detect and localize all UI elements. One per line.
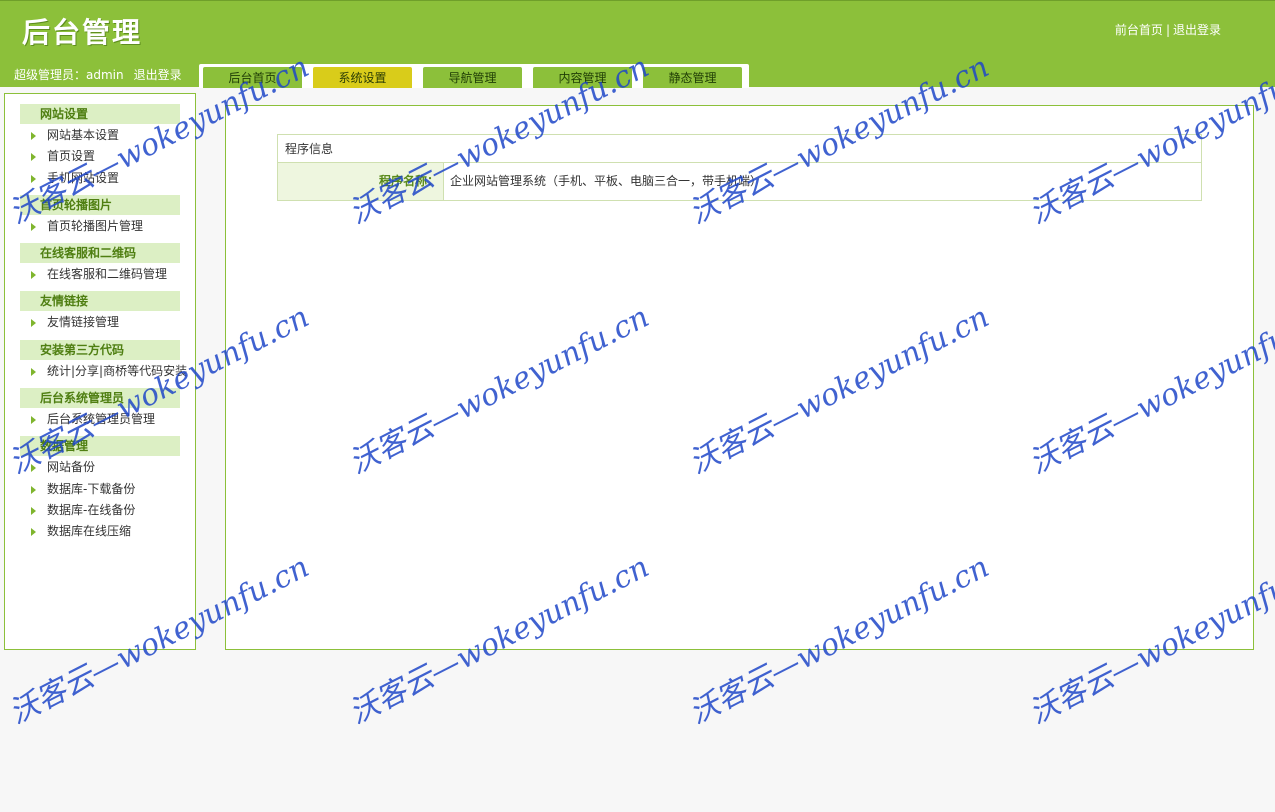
- sidebar-group-site-settings: 网站设置 网站基本设置 首页设置 手机网站设置: [5, 104, 195, 189]
- group-title[interactable]: 在线客服和二维码: [20, 243, 180, 264]
- arrow-right-icon: [31, 416, 36, 425]
- arrow-right-icon: [31, 464, 36, 473]
- group-title[interactable]: 安装第三方代码: [20, 339, 180, 360]
- arrow-right-icon: [31, 174, 36, 183]
- tab-static[interactable]: 静态管理: [643, 67, 742, 88]
- sidebar-item-admins-manage[interactable]: 后台系统管理员管理: [5, 409, 195, 430]
- sidebar-item-homepage-settings[interactable]: 首页设置: [5, 146, 195, 167]
- program-name-value: 企业网站管理系统（手机、平板、电脑三合一，带手机端）: [450, 174, 763, 188]
- user-logout-link[interactable]: 退出登录: [134, 68, 182, 82]
- sidebar-item-db-compress[interactable]: 数据库在线压缩: [5, 521, 195, 542]
- top-nav-tabs: 后台首页 系统设置 导航管理 内容管理 静态管理: [199, 64, 749, 88]
- group-title[interactable]: 友情链接: [20, 291, 180, 312]
- link-separator: |: [1165, 23, 1170, 37]
- program-name-label: 程序名称：: [278, 163, 444, 200]
- sidebar-item-friend-links-manage[interactable]: 友情链接管理: [5, 312, 195, 333]
- sidebar-item-db-online-backup[interactable]: 数据库-在线备份: [5, 500, 195, 521]
- tab-system-settings[interactable]: 系统设置: [313, 67, 412, 88]
- sidebar-item-code-install[interactable]: 统计|分享|商桥等代码安装: [5, 361, 195, 382]
- program-info-table: 程序信息 程序名称： 企业网站管理系统（手机、平板、电脑三合一，带手机端）: [277, 134, 1202, 201]
- top-logout-link[interactable]: 退出登录: [1173, 23, 1221, 37]
- group-title[interactable]: 后台系统管理员: [20, 388, 180, 409]
- main-panel: 程序信息 程序名称： 企业网站管理系统（手机、平板、电脑三合一，带手机端）: [225, 105, 1254, 650]
- arrow-right-icon: [31, 222, 36, 231]
- arrow-right-icon: [31, 528, 36, 537]
- arrow-right-icon: [31, 485, 36, 494]
- tab-navigation[interactable]: 导航管理: [423, 67, 522, 88]
- group-title[interactable]: 数据管理: [20, 436, 180, 457]
- sidebar-group-third-party-code: 安装第三方代码 统计|分享|商桥等代码安装: [5, 339, 195, 382]
- arrow-right-icon: [31, 506, 36, 515]
- sidebar-group-service-qrcode: 在线客服和二维码 在线客服和二维码管理: [5, 243, 195, 285]
- sidebar-item-basic-settings[interactable]: 网站基本设置: [5, 125, 195, 146]
- arrow-right-icon: [31, 153, 36, 162]
- sidebar-item-site-backup[interactable]: 网站备份: [5, 457, 195, 478]
- arrow-right-icon: [31, 132, 36, 140]
- sidebar-group-friend-links: 友情链接 友情链接管理: [5, 291, 195, 333]
- group-title[interactable]: 首页轮播图片: [20, 194, 180, 215]
- arrow-right-icon: [31, 367, 36, 376]
- sidebar-group-admins: 后台系统管理员 后台系统管理员管理: [5, 388, 195, 430]
- header-bar: 后台管理 前台首页 | 退出登录 超级管理员：admin 退出登录 后台首页 系统设置…: [0, 0, 1275, 88]
- arrow-right-icon: [31, 271, 36, 280]
- sidebar-group-data: 数据管理 网站备份 数据库-下载备份 数据库-在线备份 数据库在线压缩: [5, 436, 195, 542]
- table-caption: 程序信息: [278, 135, 1201, 163]
- sidebar-group-carousel: 首页轮播图片 首页轮播图片管理: [5, 194, 195, 237]
- tab-admin-home[interactable]: 后台首页: [203, 67, 302, 88]
- top-links: 前台首页 | 退出登录: [1115, 21, 1221, 38]
- sidebar: 网站设置 网站基本设置 首页设置 手机网站设置 首页轮播图片 首页轮播图片管理 …: [4, 93, 196, 650]
- group-title[interactable]: 网站设置: [20, 104, 180, 124]
- sidebar-item-service-qrcode-manage[interactable]: 在线客服和二维码管理: [5, 264, 195, 285]
- sidebar-item-db-download-backup[interactable]: 数据库-下载备份: [5, 479, 195, 500]
- sidebar-item-carousel-manage[interactable]: 首页轮播图片管理: [5, 216, 195, 237]
- current-user-label: 超级管理员：admin: [14, 68, 124, 82]
- app-logo: 后台管理: [22, 16, 143, 49]
- arrow-right-icon: [31, 319, 36, 328]
- table-row: 程序名称： 企业网站管理系统（手机、平板、电脑三合一，带手机端）: [278, 163, 1201, 200]
- tab-content[interactable]: 内容管理: [533, 67, 632, 88]
- frontend-home-link[interactable]: 前台首页: [1115, 23, 1163, 37]
- user-bar: 超级管理员：admin 退出登录: [14, 66, 182, 83]
- sidebar-item-mobile-settings[interactable]: 手机网站设置: [5, 168, 195, 189]
